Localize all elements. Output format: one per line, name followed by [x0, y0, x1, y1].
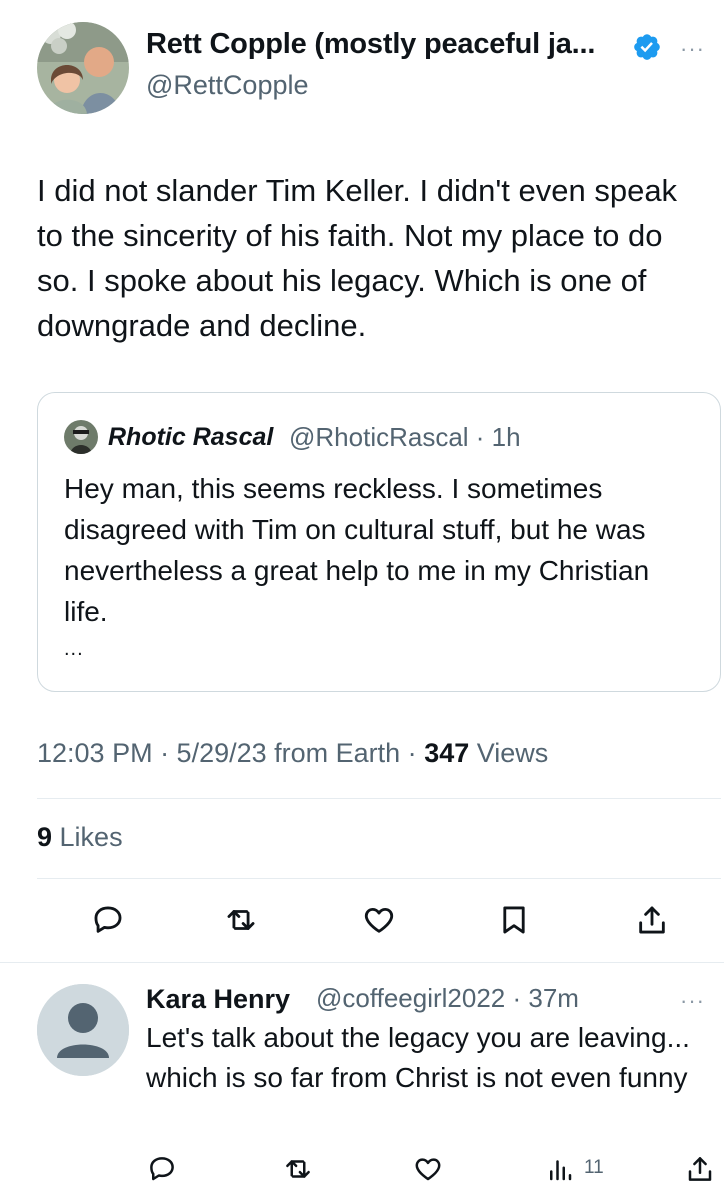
reply-author-avatar[interactable]: [37, 984, 129, 1076]
author-name[interactable]: Rett Copple (mostly peaceful ja...: [146, 28, 595, 61]
likes-count: 9: [37, 822, 53, 852]
tweet-timestamp-views: 12:03 PM · 5/29/23 from Earth · 347 View…: [37, 738, 548, 769]
reply-icon[interactable]: [142, 1149, 182, 1189]
views-label: Views: [469, 738, 549, 768]
reply-text: Let's talk about the legacy you are leav…: [146, 1022, 690, 1093]
like-icon[interactable]: [408, 1149, 448, 1189]
likes-label: Likes: [52, 822, 123, 852]
reply-more-options-icon[interactable]: ···: [680, 988, 705, 1014]
author-avatar[interactable]: [37, 22, 129, 114]
reply-author-name[interactable]: Kara Henry: [146, 984, 290, 1015]
quoted-tweet-text: Hey man, this seems reckless. I sometime…: [64, 473, 650, 627]
divider: [37, 798, 721, 799]
quoted-author-avatar: [64, 420, 98, 454]
views-count: 347: [424, 738, 470, 768]
verified-badge-icon: [632, 32, 662, 62]
author-handle[interactable]: @RettCopple: [146, 70, 309, 101]
quoted-tweet-truncation: ...: [64, 638, 84, 660]
share-icon[interactable]: [680, 1149, 720, 1189]
tweet-text: I did not slander Tim Keller. I didn't e…: [37, 173, 678, 343]
reply-icon[interactable]: [88, 900, 128, 940]
share-icon[interactable]: [632, 900, 672, 940]
retweet-icon[interactable]: [278, 1149, 318, 1189]
like-icon[interactable]: [359, 900, 399, 940]
reply-views-count: 11: [584, 1157, 604, 1178]
likes-summary[interactable]: 9 Likes: [37, 822, 123, 853]
bookmark-icon[interactable]: [494, 900, 534, 940]
divider: [37, 878, 721, 879]
quoted-author-name: Rhotic Rascal: [108, 423, 274, 451]
quoted-author-handle-time: @RhoticRascal · 1h: [289, 422, 521, 452]
retweet-icon[interactable]: [221, 900, 261, 940]
tweet-timestamp: 12:03 PM · 5/29/23 from Earth ·: [37, 738, 425, 768]
reply-author-handle-time[interactable]: @coffeegirl2022 · 37m: [316, 983, 579, 1014]
more-options-icon[interactable]: ···: [680, 36, 705, 62]
views-icon[interactable]: [540, 1149, 580, 1189]
divider: [0, 962, 724, 963]
